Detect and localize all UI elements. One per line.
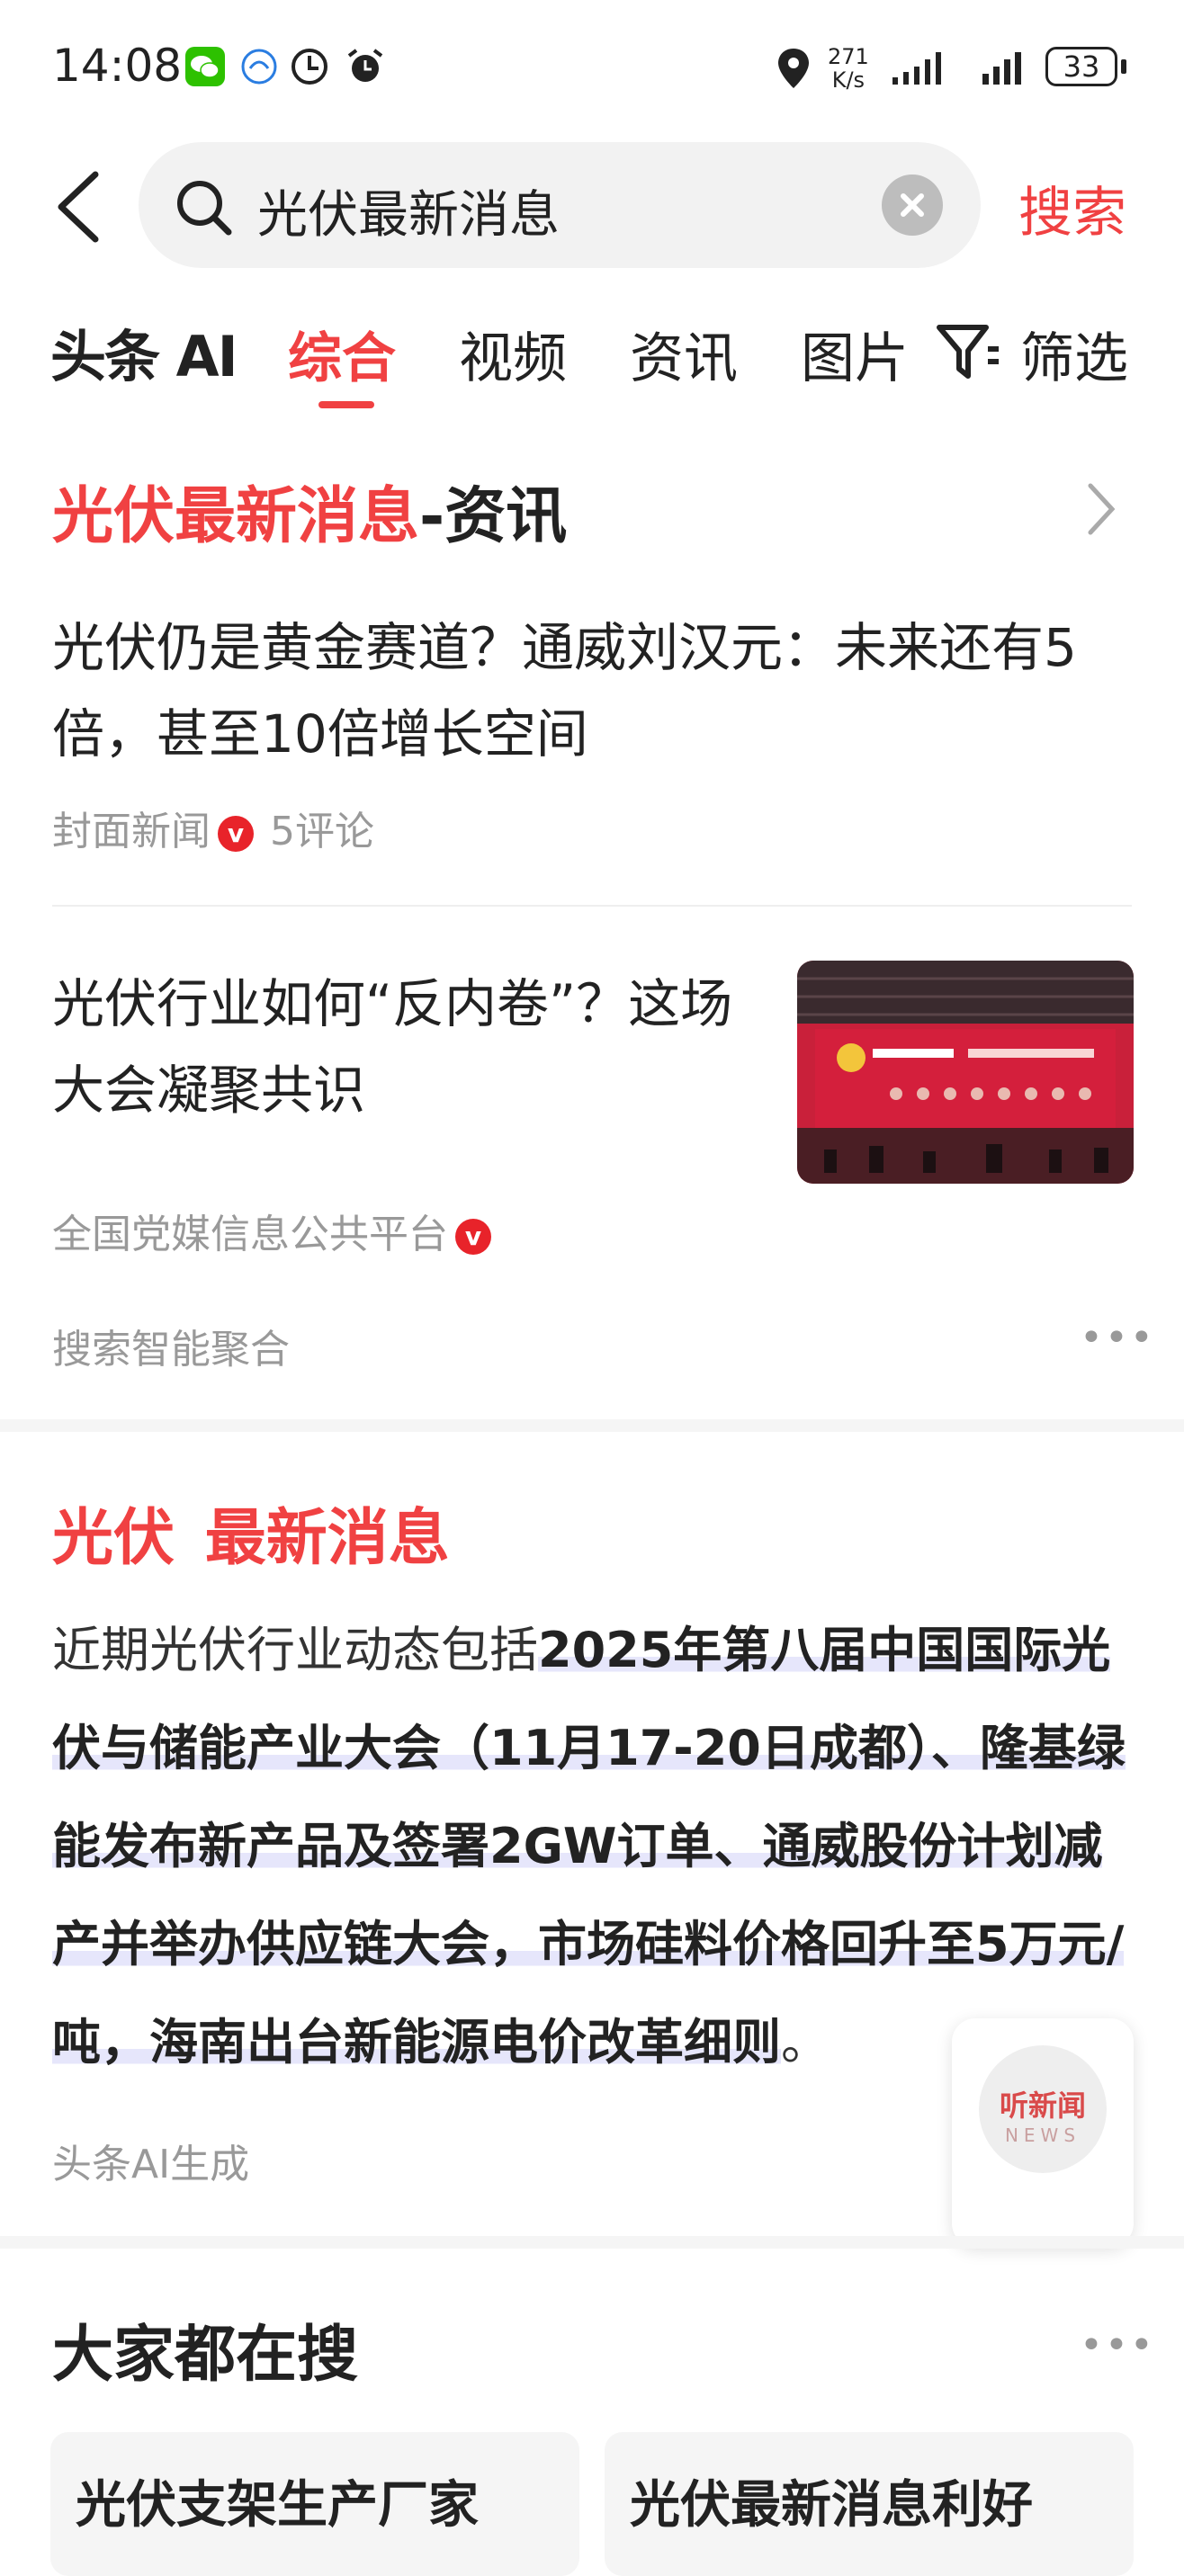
- news-section-suffix: -资讯: [419, 481, 568, 552]
- data-saver-icon: [292, 49, 327, 85]
- listen-news-button[interactable]: 听新闻 NEWS: [952, 2018, 1134, 2247]
- ai-summary-intro: 近期光伏行业动态包括: [52, 1622, 538, 1678]
- app-notification-icon: [241, 49, 277, 85]
- clear-icon[interactable]: [882, 174, 943, 236]
- verified-badge-icon: v: [218, 816, 254, 852]
- back-arrow-icon[interactable]: [52, 169, 106, 245]
- article-meta-2: 全国党媒信息公共平台 v: [52, 1202, 507, 1259]
- toutiao-ai-logo[interactable]: 头条 AI: [50, 311, 238, 392]
- signal-icon-1: [892, 52, 941, 85]
- tab-news[interactable]: 资讯: [630, 315, 738, 393]
- battery-tip: [1121, 59, 1126, 74]
- network-speed: 271 K/s: [828, 44, 869, 93]
- tab-video[interactable]: 视频: [459, 315, 567, 393]
- tab-comprehensive[interactable]: 综合: [288, 315, 396, 393]
- popular-searches-title: 大家都在搜: [52, 2320, 359, 2391]
- status-time: 14:08: [52, 40, 183, 92]
- aggregation-label: 搜索智能聚合: [52, 1327, 290, 1373]
- article-comments-1[interactable]: 5评论: [270, 809, 374, 854]
- location-icon: [778, 49, 809, 88]
- popular-search-item[interactable]: 光伏支架生产厂家: [50, 2432, 579, 2576]
- more-options-icon[interactable]: •••: [1080, 1315, 1155, 1361]
- popular-search-label: 光伏支架生产厂家: [76, 2476, 479, 2535]
- ai-title-keyword2: 最新消息: [204, 1503, 450, 1574]
- section-separator: [0, 2236, 1184, 2249]
- search-input[interactable]: 光伏最新消息: [139, 142, 981, 268]
- article-source-2[interactable]: 全国党媒信息公共平台: [52, 1212, 448, 1257]
- article-thumbnail-2[interactable]: [797, 961, 1134, 1184]
- search-query: 光伏最新消息: [257, 186, 560, 245]
- search-button[interactable]: 搜索: [1018, 169, 1126, 247]
- more-options-icon[interactable]: •••: [1080, 2322, 1155, 2368]
- news-section-keyword: 光伏最新消息: [52, 481, 420, 552]
- listen-news-sublabel: NEWS: [1004, 2124, 1081, 2146]
- ai-title-keyword1: 光伏: [52, 1503, 175, 1574]
- article-title-2[interactable]: 光伏行业如何“反内卷”？这场大会凝聚共识: [52, 961, 772, 1133]
- news-section-title[interactable]: 光伏最新消息-资讯: [52, 466, 567, 555]
- ai-generated-label: 头条AI生成: [52, 2142, 250, 2187]
- divider: [52, 905, 1132, 907]
- wechat-icon: [185, 47, 225, 86]
- conference-photo-image: [797, 961, 1134, 1184]
- chevron-right-icon[interactable]: [1083, 480, 1119, 538]
- ai-summary-end: 。: [781, 2014, 830, 2071]
- signal-icon-2: [982, 52, 1021, 85]
- listen-news-icon: 听新闻 NEWS: [979, 2045, 1107, 2173]
- verified-badge-icon: v: [455, 1219, 491, 1255]
- tab-bar: 头条 AI 综合 视频 资讯 图片 筛选: [0, 297, 1184, 408]
- article-title-1[interactable]: 光伏仍是黄金赛道？通威刘汉元：未来还有5倍，甚至10倍增长空间: [52, 604, 1132, 777]
- active-tab-indicator: [318, 401, 374, 408]
- status-bar: 14:08 271 K/s 33: [0, 0, 1184, 135]
- popular-search-label: 光伏最新消息利好: [630, 2476, 1033, 2535]
- ai-section-title: 光伏 最新消息: [52, 1488, 450, 1577]
- filter-button[interactable]: 筛选: [936, 297, 1184, 396]
- battery-icon: 33: [1045, 47, 1117, 86]
- battery-level: 33: [1063, 49, 1100, 84]
- article-source-1[interactable]: 封面新闻: [52, 809, 211, 854]
- article-meta-1: 封面新闻 v 5评论: [52, 799, 374, 856]
- popular-search-item[interactable]: 光伏最新消息利好: [605, 2432, 1134, 2576]
- filter-icon: [937, 325, 999, 379]
- section-separator: [0, 1419, 1184, 1432]
- filter-label: 筛选: [1020, 327, 1128, 390]
- ai-summary-highlight: 2025年第八届中国国际光伏与储能产业大会（11月17-20日成都）、隆基绿能发…: [52, 1622, 1126, 2071]
- search-icon: [177, 181, 232, 236]
- listen-news-label: 听新闻: [999, 2089, 1086, 2123]
- tab-images[interactable]: 图片: [801, 315, 909, 393]
- alarm-icon: [347, 49, 383, 82]
